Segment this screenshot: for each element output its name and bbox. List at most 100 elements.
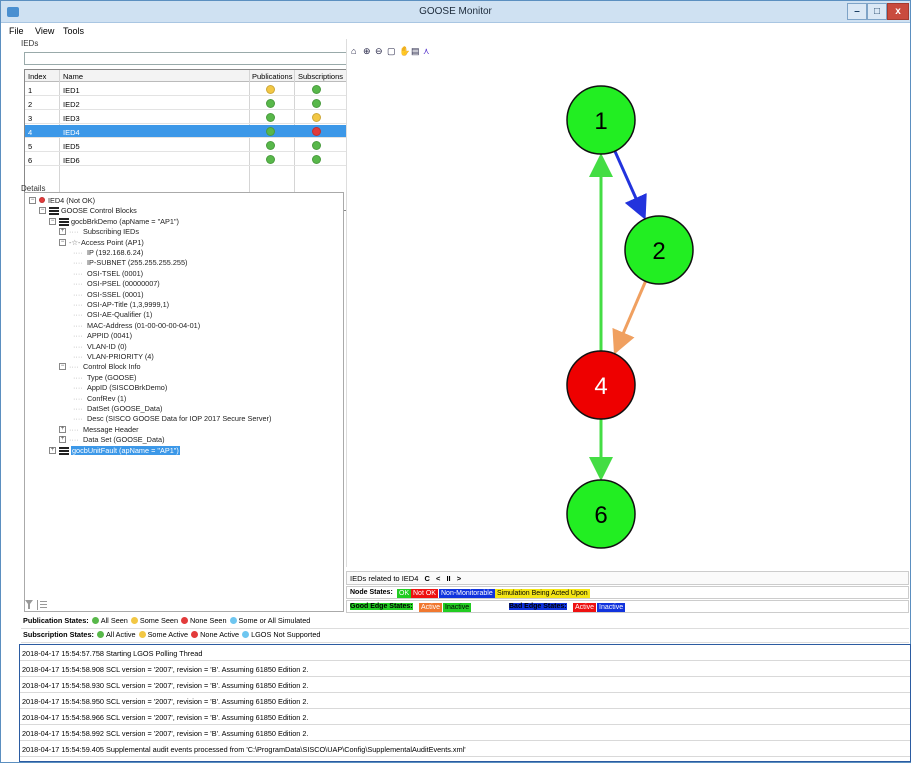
tree-expander-icon[interactable]: + bbox=[59, 228, 66, 236]
state-label: All Seen bbox=[100, 616, 128, 625]
state-dot-icon bbox=[130, 617, 138, 624]
tree-node[interactable]: ConfRev (1) bbox=[87, 394, 126, 403]
cell-name: IED2 bbox=[63, 100, 80, 109]
tree-connector: ···· bbox=[73, 341, 83, 351]
menu-view[interactable]: View bbox=[35, 26, 54, 36]
state-dot-icon bbox=[91, 617, 99, 624]
app-window: GOOSE Monitor – □ x File View Tools IEDs… bbox=[0, 0, 911, 763]
col-index[interactable]: Index bbox=[28, 72, 46, 81]
tree-node[interactable]: gocbUnitFault (apName = "AP1") bbox=[71, 445, 180, 455]
tree-connector: ···· bbox=[73, 258, 83, 268]
menu-file[interactable]: File bbox=[9, 26, 24, 36]
tree-node[interactable]: AppID (SISCOBrkDemo) bbox=[87, 383, 167, 392]
cell-name: IED5 bbox=[63, 142, 80, 151]
cell-index: 4 bbox=[28, 128, 33, 137]
tree-node[interactable]: Message Header bbox=[83, 425, 139, 434]
table-row[interactable]: 4 IED4 bbox=[25, 125, 360, 138]
tree-node[interactable]: OSI-SSEL (0001) bbox=[87, 290, 144, 299]
graph-node-4[interactable]: 4 bbox=[566, 350, 636, 420]
tree-node[interactable]: Desc (SISCO GOOSE Data for IOP 2017 Secu… bbox=[87, 414, 271, 423]
log-entry[interactable]: 2018-04-17 15:54:59.405 Supplemental aud… bbox=[20, 741, 910, 757]
tree-node[interactable]: IP (192.168.6.24) bbox=[87, 248, 143, 257]
col-subscriptions[interactable]: Subscriptions bbox=[298, 72, 343, 81]
tree-expander-icon[interactable]: + bbox=[49, 446, 56, 454]
tree-node[interactable]: IED4 (Not OK) bbox=[48, 196, 95, 205]
state-dot-icon bbox=[138, 631, 146, 638]
ied-search-input[interactable] bbox=[24, 52, 347, 65]
menu-tools[interactable]: Tools bbox=[63, 26, 84, 36]
tree-node[interactable]: Access Point (AP1) bbox=[81, 238, 144, 247]
state-dot-icon bbox=[181, 617, 189, 624]
log-entry[interactable]: 2018-04-17 15:54:58.930 SCL version = '2… bbox=[20, 677, 910, 693]
col-name[interactable]: Name bbox=[63, 72, 83, 81]
log-entry[interactable]: 2018-04-17 15:54:58.966 SCL version = '2… bbox=[20, 709, 910, 725]
tree-connector: ···· bbox=[73, 383, 83, 393]
tree-connector: ···· bbox=[69, 424, 79, 434]
cell-index: 2 bbox=[28, 100, 33, 109]
table-row[interactable]: 2 IED2 bbox=[25, 97, 360, 110]
graph-node-label: 4 bbox=[594, 373, 607, 400]
table-row[interactable]: 6 IED6 bbox=[25, 153, 360, 166]
col-publications[interactable]: Publications bbox=[252, 72, 292, 81]
tree-node[interactable]: gocbBrkDemo (apName = "AP1") bbox=[71, 217, 179, 226]
log-entry[interactable]: 2018-04-17 15:54:58.950 SCL version = '2… bbox=[20, 693, 910, 709]
minimize-button[interactable]: – bbox=[847, 3, 867, 20]
graph-node-6[interactable]: 6 bbox=[566, 479, 636, 549]
maximize-button[interactable]: □ bbox=[867, 3, 887, 20]
states-label: Subscription States: bbox=[23, 630, 94, 639]
subscription-status-icon bbox=[312, 127, 321, 136]
prev-button[interactable]: < bbox=[436, 574, 440, 583]
graph-node-2[interactable]: 2 bbox=[624, 215, 694, 285]
publication-states-legend: Publication States: All Seen Some Seen None… bbox=[21, 616, 909, 629]
related-bar: IEDs related to IED4 C < II > bbox=[346, 571, 909, 585]
tree-expander-icon[interactable]: − bbox=[39, 207, 46, 215]
tree-node[interactable]: Type (GOOSE) bbox=[87, 373, 136, 382]
tree-node[interactable]: APPID (0041) bbox=[87, 331, 132, 340]
tree-node[interactable]: VLAN-PRIORITY (4) bbox=[87, 352, 154, 361]
tree-node[interactable]: IP-SUBNET (255.255.255.255) bbox=[87, 258, 187, 267]
refresh-icon[interactable]: C bbox=[424, 574, 429, 583]
cell-index: 3 bbox=[28, 114, 33, 123]
tree-expander-icon[interactable]: − bbox=[29, 197, 36, 204]
tree-node[interactable]: MAC-Address (01-00-00-00-04-01) bbox=[87, 321, 200, 330]
filter-icon[interactable] bbox=[24, 599, 54, 611]
subscription-status-icon bbox=[312, 155, 321, 164]
control-block-icon bbox=[59, 446, 69, 455]
tree-node[interactable]: OSI-TSEL (0001) bbox=[87, 269, 143, 278]
tree-node[interactable]: Data Set (GOOSE_Data) bbox=[83, 435, 165, 444]
window-title: GOOSE Monitor bbox=[419, 6, 492, 17]
tree-node[interactable]: Subscribing IEDs bbox=[83, 227, 139, 236]
close-button[interactable]: x bbox=[887, 3, 909, 20]
table-row[interactable]: 1 IED1 bbox=[25, 83, 360, 96]
tree-expander-icon[interactable]: + bbox=[59, 425, 66, 433]
tree-expander-icon[interactable]: − bbox=[59, 238, 66, 246]
tree-node[interactable]: GOOSE Control Blocks bbox=[61, 206, 137, 215]
tree-node[interactable]: OSI-PSEL (00000007) bbox=[87, 279, 160, 288]
state-dot-icon bbox=[229, 617, 237, 624]
tree-node[interactable]: DatSet (GOOSE_Data) bbox=[87, 404, 162, 413]
node-state-ok: OK bbox=[397, 589, 412, 598]
tree-node[interactable]: Control Block Info bbox=[83, 362, 141, 371]
log-entry[interactable]: 2018-04-17 15:54:58.992 SCL version = '2… bbox=[20, 725, 910, 741]
state-label: None Seen bbox=[190, 616, 227, 625]
graph-node-1[interactable]: 1 bbox=[566, 85, 636, 155]
tree-node[interactable]: OSI-AP-Title (1,3,9999,1) bbox=[87, 300, 169, 309]
tree-node[interactable]: VLAN-ID (0) bbox=[87, 342, 127, 351]
cell-index: 5 bbox=[28, 142, 33, 151]
table-row[interactable]: 3 IED3 bbox=[25, 111, 360, 124]
good-edge-inactive: Inactive bbox=[443, 603, 472, 612]
tree-connector: ···· bbox=[69, 227, 79, 237]
table-row[interactable]: 5 IED5 bbox=[25, 139, 360, 152]
tree-expander-icon[interactable]: + bbox=[59, 436, 66, 444]
next-button[interactable]: > bbox=[457, 574, 461, 583]
tree-expander-icon[interactable]: − bbox=[49, 217, 56, 225]
ied-graph: 1 2 4 6 bbox=[566, 85, 694, 549]
tree-expander-icon[interactable]: − bbox=[59, 363, 66, 371]
good-edge-states-label: Good Edge States: bbox=[350, 603, 413, 610]
tree-node[interactable]: OSI-AE-Qualifier (1) bbox=[87, 310, 152, 319]
graph-edge-1-2 bbox=[613, 150, 647, 220]
log-entry[interactable]: 2018-04-17 15:54:58.908 SCL version = '2… bbox=[20, 661, 910, 677]
pause-button[interactable]: II bbox=[446, 574, 450, 583]
bad-edge-states-label: Bad Edge States: bbox=[509, 603, 567, 610]
log-entry[interactable]: 2018-04-17 15:54:57.758 Starting LGOS Po… bbox=[20, 645, 910, 661]
